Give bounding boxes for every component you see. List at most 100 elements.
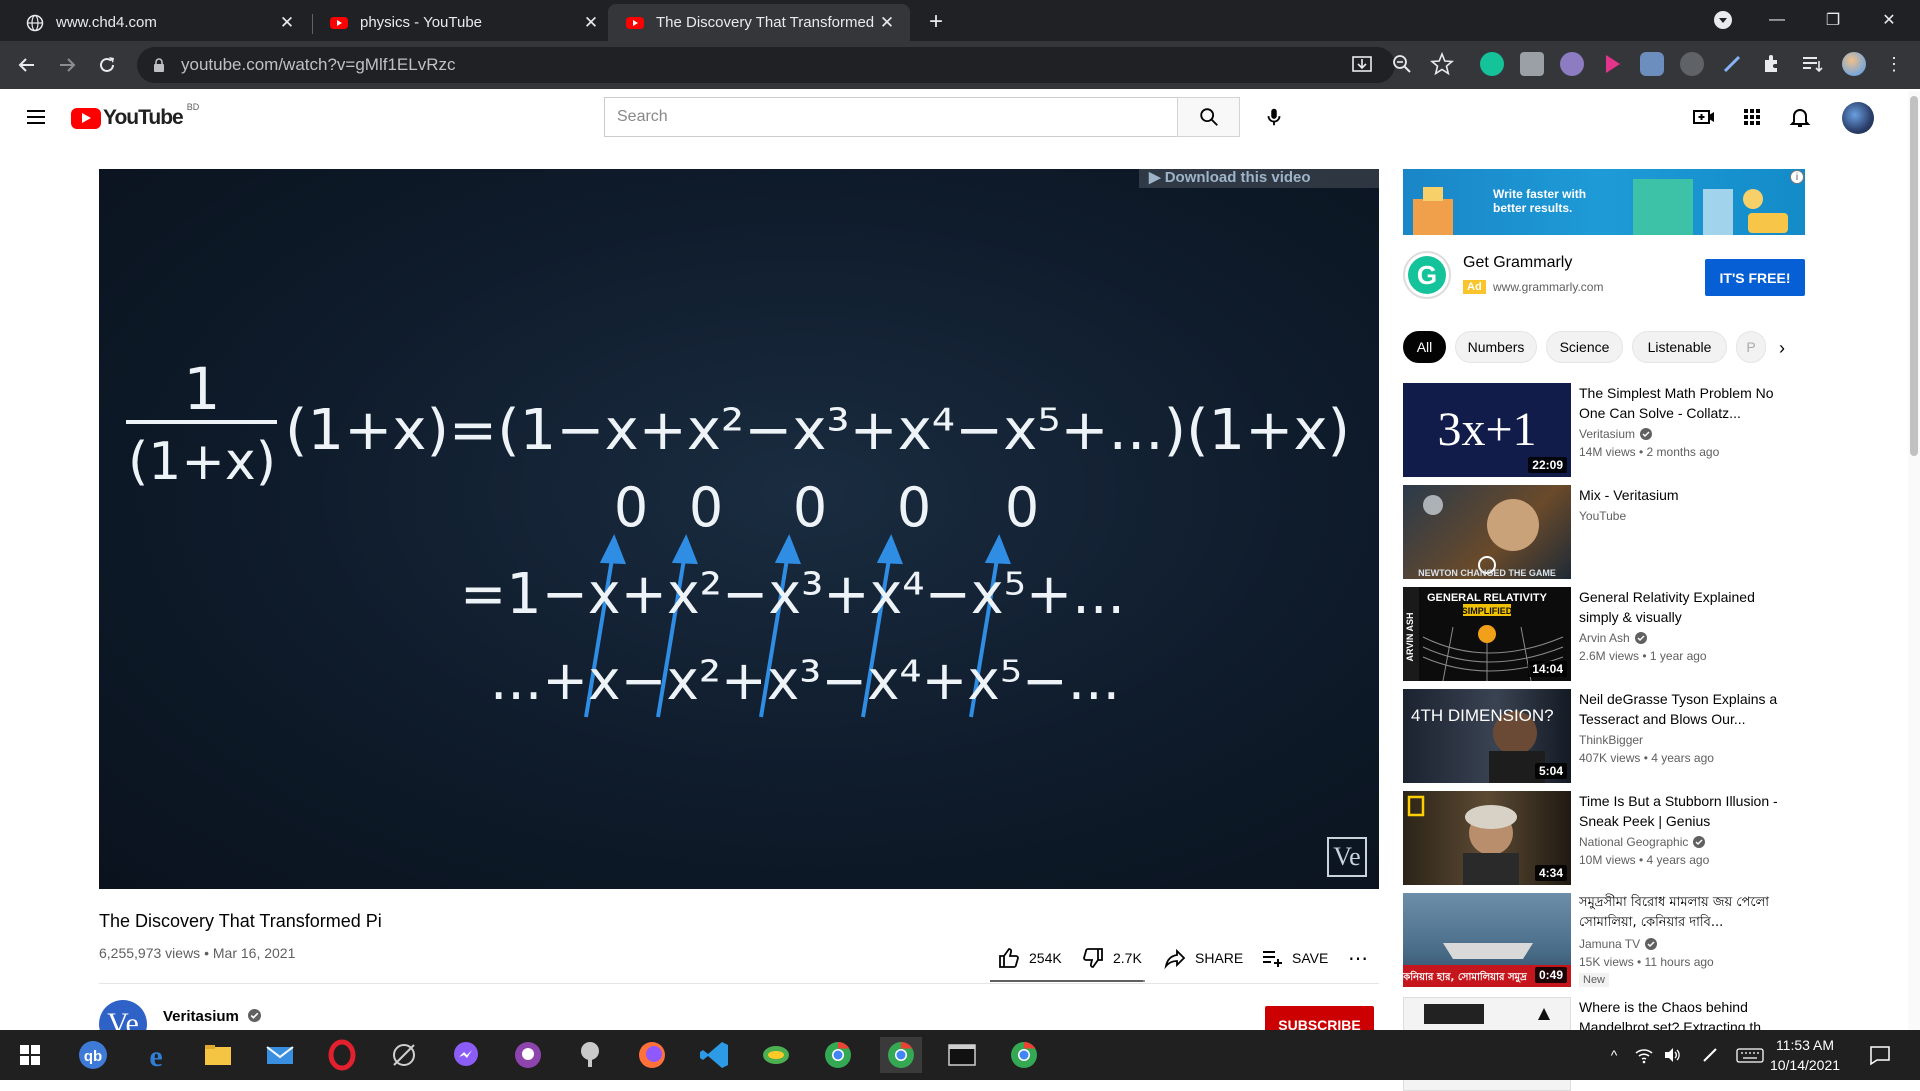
dislike-button[interactable]: 2.7K xyxy=(1081,944,1142,972)
save-button[interactable]: SAVE xyxy=(1260,944,1328,972)
scrollbar-thumb[interactable] xyxy=(1910,96,1918,456)
vscode-icon[interactable] xyxy=(696,1037,732,1073)
more-actions-icon[interactable]: ⋯ xyxy=(1346,946,1370,970)
search-input[interactable] xyxy=(617,108,1177,126)
recommendation-item[interactable]: 4TH DIMENSION? 5:04 Neil deGrasse Tyson … xyxy=(1403,689,1805,783)
tab-discovery-pi[interactable]: The Discovery That Transformed Pi ✕ xyxy=(608,4,910,41)
reload-button[interactable] xyxy=(92,50,122,80)
recommendation-item[interactable]: 4:34 Time Is But a Stubborn Illusion - S… xyxy=(1403,791,1805,885)
recommendation-channel[interactable]: Arvin Ash xyxy=(1579,631,1647,645)
close-icon[interactable]: ✕ xyxy=(580,12,602,34)
tab-search-button[interactable] xyxy=(1700,0,1746,40)
recommendation-item[interactable]: NEWTON CHANGED THE GAME Mix - Veritasium… xyxy=(1403,485,1805,579)
recommendation-item[interactable]: কেনিয়ার হার, সোমালিয়ার সমুদ্র 0:49 সমু… xyxy=(1403,893,1805,987)
chip-all[interactable]: All xyxy=(1403,331,1446,363)
terminal-icon[interactable] xyxy=(944,1037,980,1073)
github-icon[interactable] xyxy=(510,1037,546,1073)
windows-start-icon[interactable] xyxy=(12,1037,48,1073)
edge-legacy-icon[interactable]: e xyxy=(138,1037,174,1073)
ad-advertiser-name[interactable]: Get Grammarly xyxy=(1463,254,1572,272)
back-button[interactable] xyxy=(12,50,42,80)
zoom-icon[interactable] xyxy=(1389,51,1415,77)
recommendation-channel[interactable]: ThinkBigger xyxy=(1579,733,1643,747)
maximize-button[interactable]: ❐ xyxy=(1810,0,1856,40)
profile-avatar-icon[interactable] xyxy=(1842,52,1866,76)
ad-banner-image[interactable]: Write faster with better results. xyxy=(1403,169,1805,235)
create-video-icon[interactable] xyxy=(1692,105,1716,129)
qbittorrent-icon[interactable]: qb xyxy=(75,1037,111,1073)
bookmark-star-icon[interactable] xyxy=(1429,51,1455,77)
close-icon[interactable]: ✕ xyxy=(276,12,298,34)
wifi-icon[interactable] xyxy=(1634,1045,1654,1065)
ad-advertiser-logo[interactable]: G xyxy=(1403,251,1451,299)
chrome-icon[interactable] xyxy=(820,1037,856,1073)
recommendation-item[interactable]: ARVIN ASH GENERAL RELATIVITY SIMPLIFIED … xyxy=(1403,587,1805,681)
minimize-button[interactable]: — xyxy=(1754,0,1800,40)
recommendation-item[interactable]: 3x+1 22:09 The Simplest Math Problem No … xyxy=(1403,383,1805,477)
browser-menu-button[interactable]: ⋮ xyxy=(1882,52,1906,76)
chip-listenable[interactable]: Listenable xyxy=(1632,331,1727,363)
chrome-profile-icon[interactable] xyxy=(1006,1037,1042,1073)
new-tab-button[interactable]: + xyxy=(922,8,950,36)
satellite-app-icon[interactable] xyxy=(386,1037,422,1073)
chrome-active-icon[interactable] xyxy=(880,1037,922,1073)
video-thumbnail[interactable]: 3x+1 22:09 xyxy=(1403,383,1571,477)
puzzle-extensions-icon[interactable] xyxy=(1760,52,1784,76)
download-extension-icon[interactable] xyxy=(1640,52,1664,76)
chip-numbers[interactable]: Numbers xyxy=(1455,331,1537,363)
chevron-up-icon[interactable]: ^ xyxy=(1604,1045,1624,1065)
apps-grid-icon[interactable] xyxy=(1740,105,1764,129)
channel-watermark[interactable]: Ve xyxy=(1327,837,1367,877)
video-thumbnail[interactable]: কেনিয়ার হার, সোমালিয়ার সমুদ্র 0:49 xyxy=(1403,893,1571,987)
video-thumbnail[interactable]: 4:34 xyxy=(1403,791,1571,885)
mail-icon[interactable] xyxy=(262,1037,298,1073)
camera-extension-icon[interactable] xyxy=(1520,52,1544,76)
ad-info-icon[interactable]: i xyxy=(1790,170,1804,184)
extension-icon[interactable] xyxy=(1560,52,1584,76)
notifications-bell-icon[interactable] xyxy=(1788,105,1812,129)
grammarly-extension-icon[interactable] xyxy=(1480,52,1504,76)
close-icon[interactable]: ✕ xyxy=(876,12,898,34)
share-button[interactable]: SHARE xyxy=(1163,944,1243,972)
recommendation-title[interactable]: Time Is But a Stubborn Illusion - Sneak … xyxy=(1579,791,1789,831)
tab-physics-youtube[interactable]: physics - YouTube ✕ xyxy=(312,4,614,41)
notifications-center-icon[interactable] xyxy=(1868,1043,1892,1067)
video-thumbnail[interactable]: NEWTON CHANGED THE GAME xyxy=(1403,485,1571,579)
recommendation-title[interactable]: Mix - Veritasium xyxy=(1579,485,1789,505)
chip-science[interactable]: Science xyxy=(1546,331,1623,363)
pen-extension-icon[interactable] xyxy=(1720,52,1744,76)
recommendation-channel[interactable]: YouTube xyxy=(1579,509,1626,523)
pink-play-extension-icon[interactable] xyxy=(1600,52,1624,76)
extension-icon[interactable] xyxy=(1680,52,1704,76)
opera-icon[interactable] xyxy=(324,1037,360,1073)
recommendation-channel[interactable]: National Geographic xyxy=(1579,835,1706,849)
address-bar[interactable]: youtube.com/watch?v=gMlf1ELvRzc xyxy=(137,47,1395,83)
like-button[interactable]: 254K xyxy=(997,944,1062,972)
keyboard-icon[interactable] xyxy=(1736,1045,1764,1065)
page-scrollbar[interactable] xyxy=(1908,91,1920,1030)
youtube-logo[interactable]: YouTube BD xyxy=(71,102,199,130)
video-thumbnail[interactable]: ARVIN ASH GENERAL RELATIVITY SIMPLIFIED … xyxy=(1403,587,1571,681)
messenger-icon[interactable] xyxy=(448,1037,484,1073)
recommendation-title[interactable]: General Relativity Explained simply & vi… xyxy=(1579,587,1789,627)
install-app-icon[interactable] xyxy=(1349,51,1375,77)
app-icon[interactable] xyxy=(758,1037,794,1073)
recommendation-title[interactable]: সমুদ্রসীমা বিরোধ মামলায় জয় পেলো সোমালি… xyxy=(1579,893,1789,933)
file-explorer-icon[interactable] xyxy=(200,1037,236,1073)
chevron-right-icon[interactable]: › xyxy=(1770,336,1794,360)
tab-chd4[interactable]: www.chd4.com ✕ xyxy=(8,4,310,41)
reading-list-icon[interactable] xyxy=(1800,52,1824,76)
chip-partial[interactable]: P xyxy=(1736,331,1766,363)
hamburger-menu-icon[interactable] xyxy=(24,105,48,129)
recommendation-title[interactable]: Neil deGrasse Tyson Explains a Tesseract… xyxy=(1579,689,1789,729)
account-avatar[interactable] xyxy=(1842,102,1874,134)
voice-search-button[interactable] xyxy=(1254,97,1294,137)
ad-cta-button[interactable]: IT'S FREE! xyxy=(1705,259,1805,296)
window-close-button[interactable]: ✕ xyxy=(1866,0,1912,40)
firefox-icon[interactable] xyxy=(634,1037,670,1073)
search-button[interactable] xyxy=(1177,97,1240,137)
video-player[interactable]: 1 (1+x) (1+x)=(1−x+x²−x³+x⁴−x⁵+...)(1+x)… xyxy=(99,169,1379,889)
system-clock[interactable]: 11:53 AM 10/14/2021 xyxy=(1765,1035,1845,1075)
forward-button[interactable] xyxy=(52,50,82,80)
pen-icon[interactable] xyxy=(1700,1045,1720,1065)
